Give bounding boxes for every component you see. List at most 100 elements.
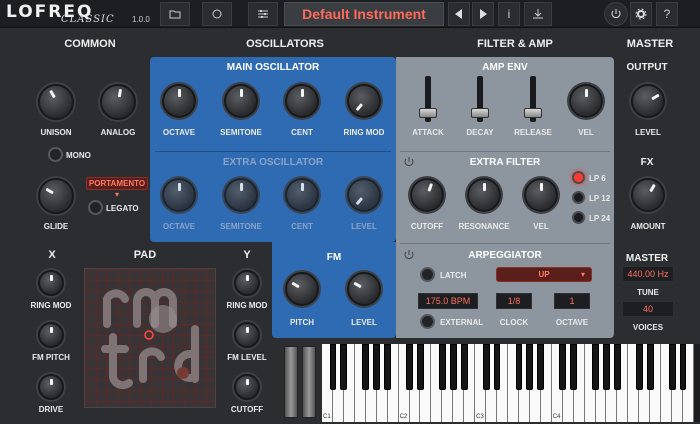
fm-pitch-knob[interactable] bbox=[285, 272, 319, 306]
unison-knob[interactable] bbox=[38, 84, 74, 120]
black-key[interactable] bbox=[526, 344, 534, 390]
power-button[interactable] bbox=[604, 2, 628, 26]
next-preset-button[interactable] bbox=[472, 2, 494, 26]
black-key[interactable] bbox=[438, 344, 446, 390]
mixer-button[interactable] bbox=[248, 2, 278, 26]
pad-x-ringmod-knob[interactable] bbox=[38, 270, 64, 296]
black-key[interactable] bbox=[537, 344, 545, 390]
extra-semitone-knob[interactable] bbox=[224, 178, 258, 212]
release-fader-handle[interactable] bbox=[524, 108, 542, 118]
pad-x-fmpitch-knob[interactable] bbox=[38, 322, 64, 348]
divider bbox=[400, 243, 610, 244]
output-level-knob[interactable] bbox=[631, 84, 665, 118]
arp-mode-dropdown[interactable]: UP bbox=[496, 267, 592, 282]
black-key[interactable] bbox=[493, 344, 501, 390]
extra-level-knob[interactable] bbox=[347, 178, 381, 212]
black-key[interactable] bbox=[417, 344, 424, 390]
pad-y-ringmod-knob[interactable] bbox=[234, 270, 260, 296]
settings-button[interactable] bbox=[630, 2, 652, 26]
black-key[interactable] bbox=[460, 344, 468, 390]
black-key[interactable] bbox=[635, 344, 643, 390]
main-octave-knob[interactable] bbox=[162, 84, 196, 118]
mod-wheel[interactable] bbox=[302, 346, 316, 418]
legato-toggle[interactable] bbox=[88, 200, 103, 215]
xy-pad[interactable] bbox=[84, 268, 216, 408]
octave-display[interactable]: 1 bbox=[554, 293, 590, 309]
mono-label: MONO bbox=[66, 151, 91, 160]
open-preset-button[interactable] bbox=[160, 2, 190, 26]
pitch-wheel[interactable] bbox=[284, 346, 298, 418]
pad-y-ringmod-label: RING MOD bbox=[226, 301, 268, 310]
amp-vel-label: VEL bbox=[578, 128, 594, 137]
black-key[interactable] bbox=[482, 344, 490, 390]
unison-label: UNISON bbox=[40, 128, 72, 137]
resonance-label: RESONANCE bbox=[458, 222, 510, 231]
pad-y-cutoff-knob[interactable] bbox=[234, 374, 260, 400]
attack-fader-handle[interactable] bbox=[419, 108, 437, 118]
clock-display[interactable]: 1/8 bbox=[496, 293, 532, 309]
attack-label: ATTACK bbox=[412, 128, 444, 137]
portamento-dropdown[interactable]: PORTAMENTO ▾ bbox=[86, 177, 148, 199]
latch-toggle[interactable] bbox=[420, 267, 435, 282]
extra-filter-power-icon[interactable] bbox=[403, 156, 415, 168]
decay-fader-handle[interactable] bbox=[471, 108, 489, 118]
prev-preset-button[interactable] bbox=[448, 2, 470, 26]
voices-display[interactable]: 40 bbox=[622, 301, 674, 317]
lp12-button[interactable] bbox=[572, 191, 585, 204]
black-key[interactable] bbox=[603, 344, 610, 390]
lp24-button[interactable] bbox=[572, 211, 585, 224]
amp-vel-knob[interactable] bbox=[569, 84, 603, 118]
black-key[interactable] bbox=[668, 344, 676, 390]
pad-title: PAD bbox=[133, 249, 157, 261]
tune-display[interactable]: 440.00 Hz bbox=[622, 266, 674, 282]
main-cent-knob[interactable] bbox=[285, 84, 319, 118]
bpm-display[interactable]: 175.0 BPM bbox=[418, 293, 478, 309]
black-key[interactable] bbox=[614, 344, 621, 390]
resonance-knob[interactable] bbox=[467, 178, 501, 212]
black-key[interactable] bbox=[449, 344, 457, 390]
filter-vel-knob[interactable] bbox=[524, 178, 558, 212]
release-label: RELEASE bbox=[514, 128, 552, 137]
cutoff-knob[interactable] bbox=[410, 178, 444, 212]
extra-cent-knob[interactable] bbox=[285, 178, 319, 212]
clock-label: CLOCK bbox=[499, 318, 529, 327]
main-ringmod-knob[interactable] bbox=[347, 84, 381, 118]
black-key[interactable] bbox=[592, 344, 599, 390]
black-key[interactable] bbox=[340, 344, 348, 390]
save-preset-button[interactable] bbox=[524, 2, 552, 26]
lp6-button[interactable] bbox=[572, 171, 585, 184]
circle-icon bbox=[212, 9, 222, 19]
fm-level-knob[interactable] bbox=[347, 272, 381, 306]
info-button[interactable]: i bbox=[498, 2, 520, 26]
glide-knob[interactable] bbox=[38, 178, 74, 214]
extra-octave-knob[interactable] bbox=[162, 178, 196, 212]
pad-x-drive-knob[interactable] bbox=[38, 374, 64, 400]
black-key[interactable] bbox=[329, 344, 337, 390]
black-key[interactable] bbox=[570, 344, 578, 390]
pad-y-fmlevel-knob[interactable] bbox=[234, 322, 260, 348]
preset-name-display[interactable]: Default Instrument bbox=[284, 2, 444, 26]
main-semitone-knob[interactable] bbox=[224, 84, 258, 118]
circle-button[interactable] bbox=[202, 2, 232, 26]
extra-cent-label: CENT bbox=[291, 222, 313, 231]
black-key[interactable] bbox=[559, 344, 567, 390]
pad-logo-graphic bbox=[101, 288, 199, 390]
piano-keyboard[interactable]: C1 C2 C3 C4 bbox=[322, 344, 694, 422]
fm-title: FM bbox=[326, 252, 342, 263]
oscillators-title: OSCILLATORS bbox=[246, 38, 324, 50]
pad-x-fmpitch-label: FM PITCH bbox=[32, 353, 70, 362]
external-toggle[interactable] bbox=[420, 314, 435, 329]
black-key[interactable] bbox=[362, 344, 370, 390]
black-key[interactable] bbox=[679, 344, 687, 390]
analog-knob[interactable] bbox=[100, 84, 136, 120]
black-key[interactable] bbox=[646, 344, 654, 390]
help-button[interactable]: ? bbox=[656, 2, 678, 26]
black-key[interactable] bbox=[373, 344, 381, 390]
output-title: OUTPUT bbox=[626, 62, 668, 73]
arp-power-icon[interactable] bbox=[403, 249, 415, 261]
black-key[interactable] bbox=[384, 344, 392, 390]
fx-amount-knob[interactable] bbox=[631, 178, 665, 212]
black-key[interactable] bbox=[515, 344, 523, 390]
black-key[interactable] bbox=[406, 344, 413, 390]
mono-toggle[interactable] bbox=[48, 147, 63, 162]
